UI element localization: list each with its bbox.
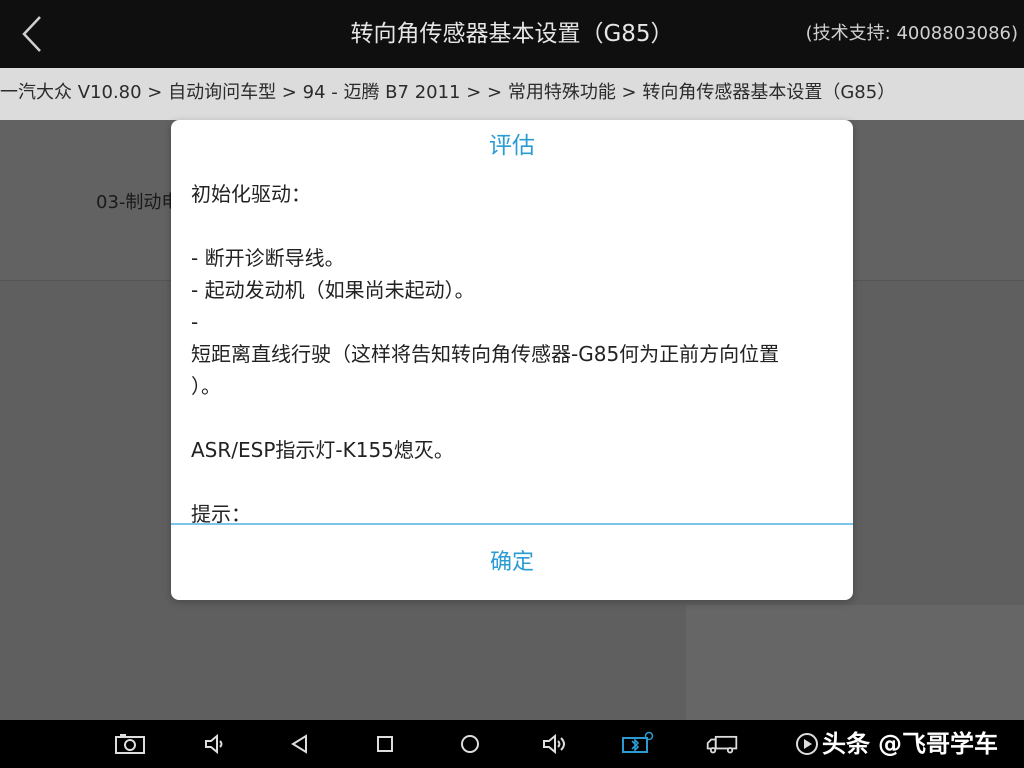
dialog-divider: [171, 523, 853, 525]
list-item-label: 03-制动电: [96, 192, 180, 213]
confirm-button[interactable]: 确定: [171, 526, 853, 600]
watermark: 头条 @飞哥学车: [822, 720, 998, 768]
evaluation-dialog: 评估 初始化驱动： - 断开诊断导线。 - 起动发动机（如果尚未起动）。 - 短…: [171, 120, 853, 600]
volume-down-icon[interactable]: [198, 730, 232, 758]
vci-bluetooth-icon[interactable]: [620, 730, 654, 758]
message-line: 初始化驱动：: [191, 182, 311, 206]
back-triangle-icon[interactable]: [283, 730, 317, 758]
top-bar: 转向角传感器基本设置（G85） (技术支持: 4008803086): [0, 0, 1024, 68]
message-line: [191, 402, 839, 434]
message-line: [191, 466, 839, 498]
dialog-message: 初始化驱动： - 断开诊断导线。 - 起动发动机（如果尚未起动）。 - 短距离直…: [191, 178, 839, 526]
message-line: ASR/ESP指示灯-K155熄灭。: [191, 438, 454, 462]
message-line: [191, 210, 839, 242]
message-line: - 起动发动机（如果尚未起动）。: [191, 278, 475, 302]
volume-up-icon[interactable]: [538, 730, 572, 758]
truck-icon[interactable]: [705, 730, 739, 758]
message-line: 短距离直线行驶（这样将告知转向角传感器-G85何为正前方向位置: [191, 342, 780, 366]
breadcrumb: 一汽大众 V10.80 > 自动询问车型 > 94 - 迈腾 B7 2011 >…: [0, 68, 1024, 120]
support-hotline: (技术支持: 4008803086): [805, 23, 1018, 44]
message-line: -: [191, 310, 199, 334]
side-panel: [686, 605, 1024, 720]
home-circle-icon[interactable]: [453, 730, 487, 758]
play-icon[interactable]: [790, 730, 824, 758]
message-line: ）。: [191, 374, 221, 398]
screenshot-icon[interactable]: [113, 730, 147, 758]
message-line: - 断开诊断导线。: [191, 246, 345, 270]
watermark-brand: 头条: [822, 730, 870, 758]
recents-square-icon[interactable]: [368, 730, 402, 758]
dialog-title: 评估: [489, 133, 535, 159]
watermark-handle: @飞哥学车: [878, 730, 998, 758]
